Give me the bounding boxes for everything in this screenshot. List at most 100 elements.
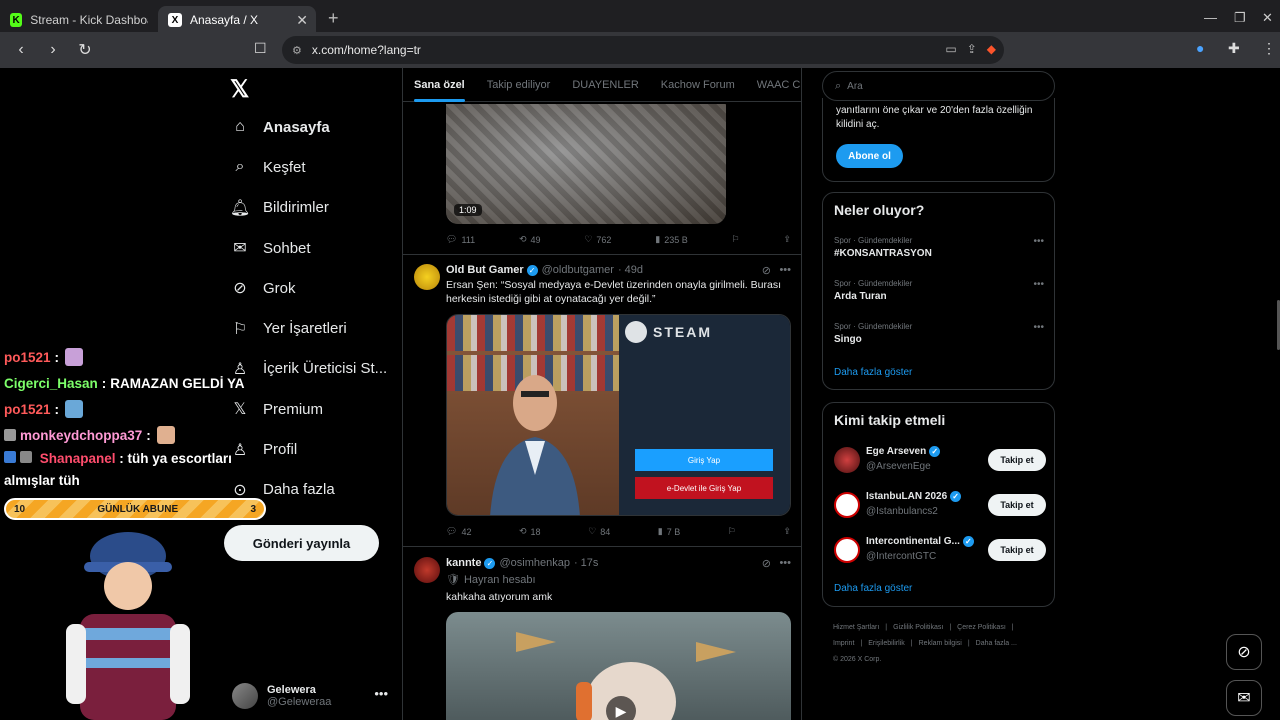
badge-icon — [4, 451, 16, 463]
nav-grok[interactable]: ⊘ Grok — [230, 268, 400, 308]
nav-notifications[interactable]: 🔔︎ Bildirimler — [230, 188, 400, 228]
follow-suggestion[interactable]: IstanbuLAN 2026 ✓ @Istanbulancs2 Takip et — [834, 490, 1046, 522]
views-button[interactable]: ▮ 7 B — [658, 526, 680, 537]
search-input[interactable]: ⌕ Ara — [822, 71, 1055, 101]
bookmark-icon: ⚐ — [232, 320, 248, 338]
show-more-link[interactable]: Daha fazla göster — [834, 367, 912, 378]
follow-button[interactable]: Takip et — [988, 449, 1046, 471]
person-icon: ♙ — [232, 441, 248, 459]
bell-icon: 🔔︎ — [229, 199, 251, 217]
avatar — [834, 492, 860, 518]
bookmark-button[interactable]: ⚐ — [732, 234, 740, 245]
site-settings-icon[interactable]: ⚙ — [292, 44, 302, 57]
like-button[interactable]: ♡ 762 — [584, 234, 611, 245]
tweet-video[interactable]: ▶ — [446, 612, 791, 720]
more-icon[interactable]: ••• — [1033, 322, 1044, 333]
browser-toolbar: ‹ › ↻ ☐ ⚙ x.com/home?lang=tr ▭ ⇪ ◆ ● ✚ ⋮ — [0, 32, 1280, 68]
grok-float-button[interactable]: ⊘ — [1226, 634, 1262, 670]
share-icon[interactable]: ⇪ — [967, 42, 977, 56]
tab-kick-dashboard[interactable]: K Stream - Kick Dashboard — [0, 6, 158, 34]
share-button[interactable]: ⇪ — [783, 234, 791, 245]
heart-icon: ♡ — [584, 234, 593, 244]
tweet-video[interactable]: 1:09 — [446, 104, 726, 224]
account-switcher[interactable]: Gelewera @Geleweraa ••• — [232, 680, 392, 712]
tab-following[interactable]: Takip ediliyor — [487, 79, 551, 91]
extensions-icon[interactable]: ✚ — [1228, 40, 1240, 57]
steam-icon — [625, 321, 647, 343]
tweet-image[interactable]: STEAM Giriş Yap e-Devlet ile Giriş Yap — [446, 314, 791, 516]
close-tab-icon[interactable]: ✕ — [296, 12, 308, 29]
x-sidebar-nav: ⌂ Anasayfa ⌕ Keşfet 🔔︎ Bildirimler ✉ Soh… — [230, 107, 400, 510]
share-button[interactable]: ⇪ — [783, 526, 791, 537]
tab-kachow-forum[interactable]: Kachow Forum — [661, 79, 735, 91]
x-icon: X — [168, 13, 182, 27]
trend-item[interactable]: Spor · Gündemdekiler Singo ••• — [834, 322, 1044, 345]
back-icon[interactable]: ‹ — [10, 41, 32, 59]
search-icon: ⌕ — [835, 79, 842, 92]
menu-icon[interactable]: ⋮ — [1262, 40, 1276, 57]
nav-bookmarks[interactable]: ⚐ Yer İşaretleri — [230, 308, 400, 348]
minimize-icon[interactable]: — — [1204, 10, 1217, 25]
follow-button[interactable]: Takip et — [988, 539, 1046, 561]
nav-creator-studio[interactable]: ♙ İçerik Üreticisi St... — [230, 349, 400, 389]
chat-message: Cigerci_Hasan: RAMAZAN GELDİ YA — [4, 375, 245, 391]
nav-messages[interactable]: ✉ Sohbet — [230, 228, 400, 268]
chat-message: po1521: — [4, 396, 264, 422]
nav-more[interactable]: ⊙ Daha fazla — [230, 470, 400, 510]
follow-button[interactable]: Takip et — [988, 494, 1046, 516]
follow-suggestion[interactable]: Intercontinental G... ✓ @IntercontGTC Tak… — [834, 535, 1046, 567]
x-logo-icon[interactable]: 𝕏 — [230, 75, 249, 104]
nav-profile[interactable]: ♙ Profil — [230, 429, 400, 469]
reply-button[interactable]: 💬︎ 111 — [446, 234, 475, 245]
bookmark-button[interactable]: ⚐ — [728, 526, 736, 537]
avatar — [232, 683, 258, 709]
verified-icon: ✓ — [962, 536, 974, 547]
play-icon[interactable]: ▶ — [606, 696, 636, 720]
fan-account-label: 🛡︎ Hayran hesabı — [446, 573, 536, 587]
nav-explore[interactable]: ⌕ Keşfet — [230, 147, 400, 187]
reload-icon[interactable]: ↻ — [74, 40, 96, 60]
tab-waac-club[interactable]: WAAC Club — [757, 79, 801, 91]
emote-icon — [65, 348, 84, 366]
tab-for-you[interactable]: Sana özel — [414, 79, 465, 102]
search-icon: ⌕ — [235, 158, 245, 176]
trend-item[interactable]: Spor · Gündemdekiler #KONSANTRASYON ••• — [834, 236, 1044, 259]
new-tab-button[interactable]: + — [328, 8, 339, 29]
tweet-actions: 💬︎ 42 ⟲ 18 ♡ 84 ▮ 7 B ⚐ ⇪ — [446, 526, 791, 537]
repost-button[interactable]: ⟲ 49 — [519, 234, 541, 245]
subscribe-button[interactable]: Abone ol — [836, 144, 903, 168]
grok-icon[interactable]: ⊘ — [762, 557, 771, 570]
trend-item[interactable]: Spor · Gündemdekiler Arda Turan ••• — [834, 279, 1044, 302]
more-icon[interactable]: ••• — [1033, 279, 1044, 290]
like-button[interactable]: ♡ 84 — [588, 526, 610, 537]
vpn-icon[interactable]: ● — [1196, 40, 1204, 56]
tab-x-home[interactable]: X Anasayfa / X ✕ — [158, 6, 316, 34]
bookmark-page-icon[interactable]: ☐ — [254, 40, 267, 57]
messages-float-button[interactable]: ✉ — [1226, 680, 1262, 716]
avatar[interactable] — [414, 557, 440, 583]
nav-home[interactable]: ⌂ Anasayfa — [230, 107, 400, 147]
timeline-tabs: Sana özel Takip ediliyor DUAYENLER Kacho… — [403, 68, 801, 102]
avatar[interactable] — [414, 264, 440, 290]
more-icon[interactable]: ••• — [779, 557, 791, 569]
cast-icon[interactable]: ▭ — [945, 42, 956, 56]
repost-button[interactable]: ⟲ 18 — [519, 526, 541, 537]
show-more-link[interactable]: Daha fazla göster — [834, 583, 912, 594]
restore-icon[interactable]: ❐ — [1234, 10, 1246, 26]
views-button[interactable]: ▮ 235 B — [655, 234, 687, 245]
address-bar[interactable]: ⚙ x.com/home?lang=tr ▭ ⇪ ◆ — [282, 36, 1004, 64]
verified-icon: ✓ — [526, 264, 538, 276]
tweet-text: kahkaha atıyorum amk — [446, 591, 553, 603]
nav-premium[interactable]: 𝕏 Premium — [230, 389, 400, 429]
close-window-icon[interactable]: ✕ — [1262, 10, 1273, 26]
forward-icon[interactable]: › — [42, 41, 64, 59]
more-icon[interactable]: ••• — [1033, 236, 1044, 247]
brave-shield-icon[interactable]: ◆ — [987, 42, 996, 56]
more-icon[interactable]: ••• — [779, 264, 791, 276]
tab-duayenler[interactable]: DUAYENLER — [572, 79, 638, 91]
grok-icon[interactable]: ⊘ — [762, 264, 771, 277]
more-icon[interactable]: ••• — [374, 686, 388, 701]
follow-suggestion[interactable]: Ege Arseven ✓ @ArsevenEge Takip et — [834, 445, 1046, 477]
reply-button[interactable]: 💬︎ 42 — [446, 526, 471, 537]
post-button[interactable]: Gönderi yayınla — [224, 525, 379, 561]
